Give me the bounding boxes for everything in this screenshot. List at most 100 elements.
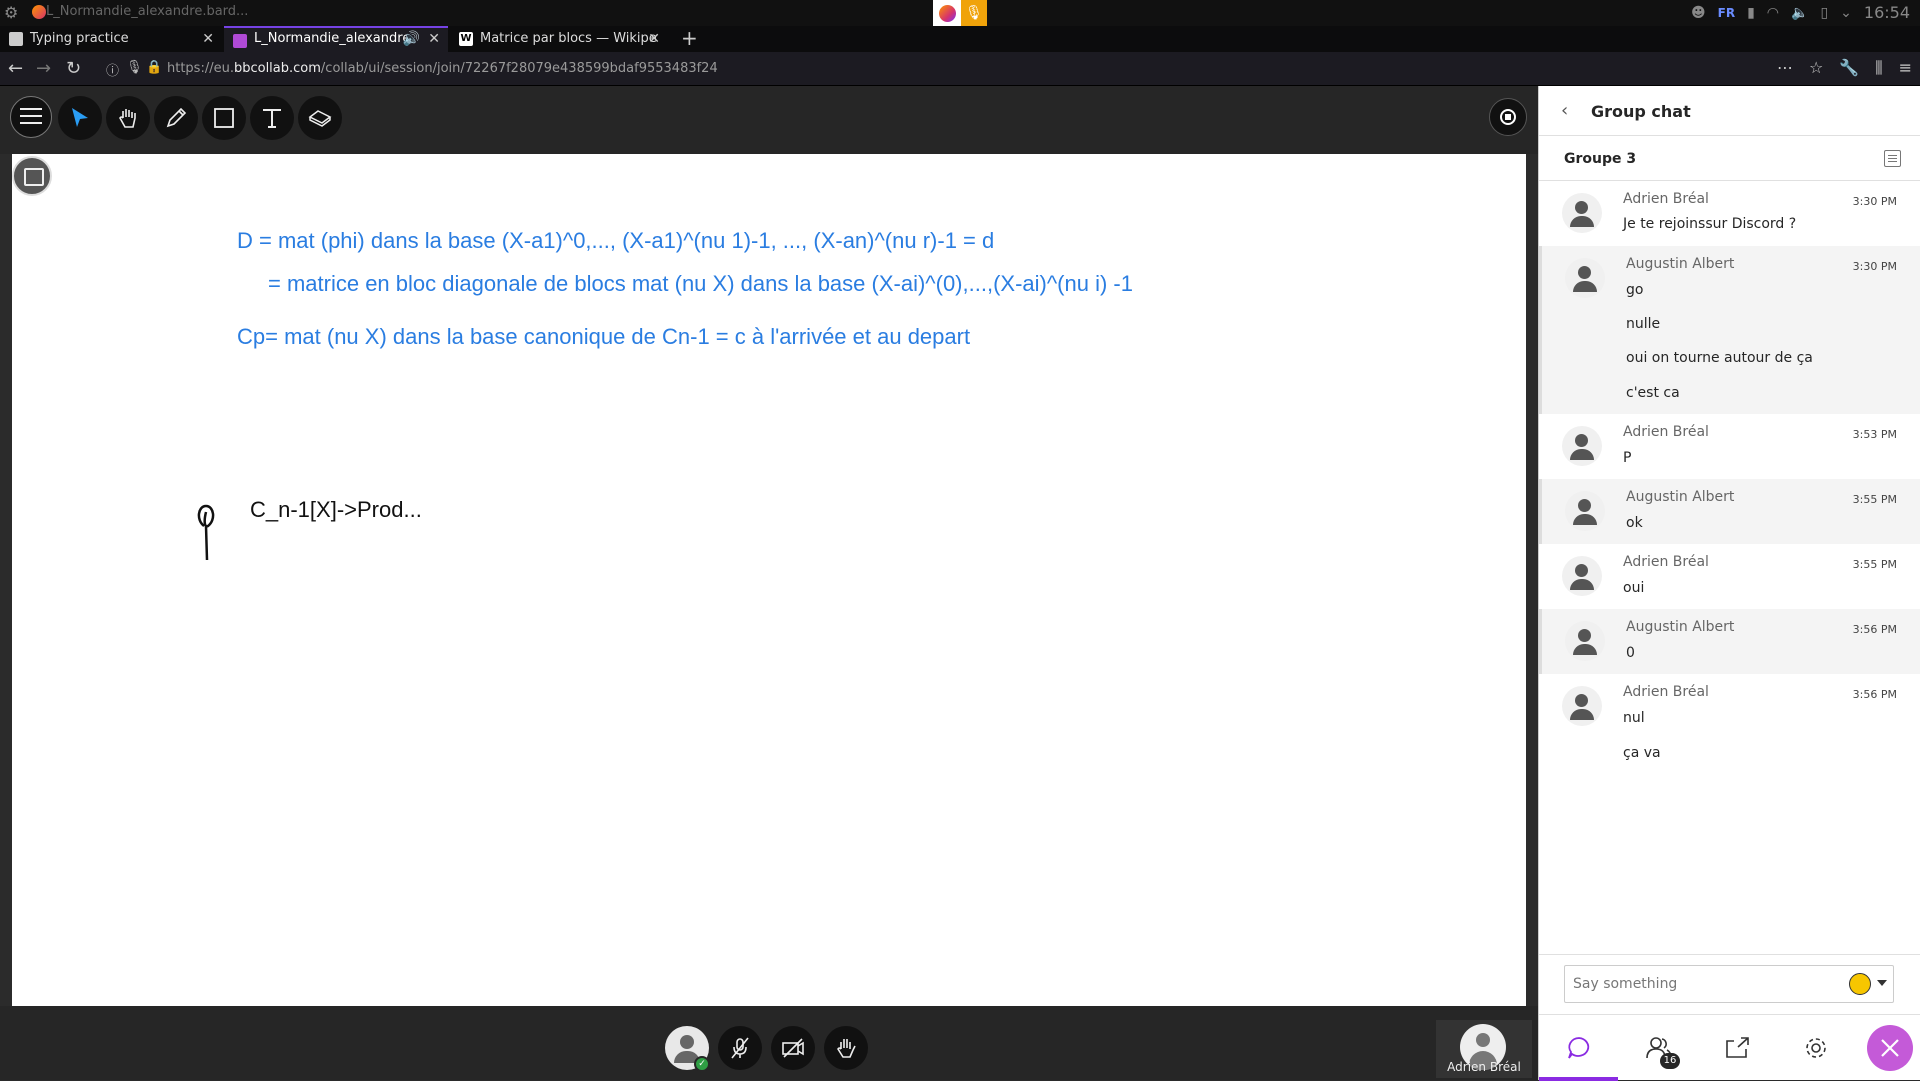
hamburger-menu-icon[interactable]: ≡ [1899,58,1912,78]
message-text: go [1626,282,1644,298]
camera-button[interactable] [771,1026,815,1070]
chat-message-input[interactable]: Say something [1564,965,1894,1003]
clock: 16:54 [1863,3,1910,22]
system-top-bar: ⚙ L_Normandie_alexandre.bard... 🎙 ☻ FR ▮… [0,0,1920,26]
discord-icon[interactable]: ☻ [1691,5,1706,21]
session-menu-button[interactable] [10,96,52,138]
chat-list-icon[interactable] [1884,150,1901,167]
avatar-body [1573,514,1597,525]
firefox-icon [32,5,46,19]
avatar [1565,258,1605,298]
library-icon[interactable]: ⫼ [1875,58,1882,78]
microphone-off-icon [731,1037,749,1059]
url-field[interactable]: https://eu.bbcollab.com/collab/ui/sessio… [167,61,718,76]
pan-tool-button[interactable] [106,96,150,140]
message-time: 3:30 PM [1852,195,1897,208]
emoji-icon[interactable] [1849,973,1871,995]
close-icon[interactable]: ✕ [202,26,214,52]
message-text: oui [1623,580,1645,596]
back-icon[interactable]: ← [8,58,23,79]
close-icon[interactable]: ✕ [648,26,660,52]
avatar [1562,686,1602,726]
chat-composer: Say something [1539,954,1920,1014]
volume-icon[interactable]: 🔈 [1791,5,1808,21]
keyboard-layout[interactable]: FR [1718,6,1735,20]
forward-icon[interactable]: → [36,58,51,79]
message-author: Adrien Bréal [1623,684,1709,700]
firefox-tray-icon[interactable] [933,0,961,26]
avatar-body [1570,216,1594,227]
system-menu-icon[interactable]: ⚙ [4,3,18,22]
chat-message: Adrien Bréal 3:53 PM P [1539,414,1920,479]
text-tool-button[interactable] [250,96,294,140]
whiteboard-canvas[interactable]: D = mat (phi) dans la base (X-a1)^0,...,… [12,154,1526,1006]
tab-collab-session[interactable]: L_Normandie_alexandre 🔊 ✕ [224,26,448,52]
self-video-tile[interactable]: Adrien Bréal [1436,1020,1532,1078]
message-time: 3:56 PM [1852,688,1897,701]
whiteboard-text-line-4[interactable]: C_n-1[X]->Prod... [250,497,422,523]
reload-icon[interactable]: ↻ [66,58,81,79]
lock-icon[interactable]: 🔒 [146,60,162,75]
chat-message: Augustin Albert 3:56 PM 0 [1539,609,1920,674]
message-time: 3:55 PM [1852,493,1897,506]
avatar-body [1570,449,1594,460]
freehand-drawing[interactable] [192,502,228,564]
self-name: Adrien Bréal [1447,1060,1521,1074]
pencil-icon [166,107,187,128]
tab-share-content[interactable] [1697,1015,1776,1081]
chat-bubble-icon [1568,1037,1590,1059]
message-text: Je te rejoinssur Discord ? [1623,216,1797,232]
clipboard-icon[interactable]: ▯ [1820,5,1828,21]
select-tool-button[interactable] [58,96,102,140]
close-panel-button[interactable] [1867,1025,1913,1071]
avatar-head [1575,564,1588,577]
battery-icon[interactable]: ▮ [1747,5,1755,21]
tab-label: L_Normandie_alexandre [254,31,411,46]
whiteboard-text-line-3[interactable]: Cp= mat (nu X) dans la base canonique de… [237,324,970,350]
tab-label: Typing practice [30,31,129,46]
attendee-count-badge: 16 [1660,1053,1680,1069]
message-text: nul [1623,710,1645,726]
menu-icon [20,108,42,124]
close-icon[interactable]: ✕ [428,28,440,50]
message-text: ok [1626,515,1643,531]
shape-tool-button[interactable] [202,96,246,140]
tab-typing-practice[interactable]: Typing practice ✕ [0,26,222,52]
pencil-tool-button[interactable] [154,96,198,140]
page-actions-icon[interactable]: ⋯ [1777,58,1793,78]
microphone-button[interactable] [718,1026,762,1070]
tab-attendees[interactable]: 16 [1618,1015,1697,1081]
wrench-icon[interactable]: 🔧 [1839,58,1859,78]
eraser-tool-button[interactable] [298,96,342,140]
whiteboard-text-line-1[interactable]: D = mat (phi) dans la base (X-a1)^0,...,… [237,228,994,254]
stop-sharing-button[interactable] [1489,98,1527,136]
tab-wikipedia[interactable]: W Matrice par blocs — Wikipe ✕ [450,26,668,52]
message-text: 0 [1626,645,1635,661]
bookmark-star-icon[interactable]: ☆ [1809,58,1823,78]
avatar-head [1575,201,1588,214]
microphone-indicator-icon[interactable]: 🎙 [961,0,987,26]
chat-message: Adrien Bréal 3:55 PM oui [1539,544,1920,609]
tab-settings[interactable] [1776,1015,1855,1081]
raise-hand-button[interactable] [824,1026,868,1070]
my-status-button[interactable]: ✓ [665,1026,710,1072]
caret-down-icon[interactable] [1877,980,1887,986]
avatar [1562,426,1602,466]
microphone-permission-icon[interactable]: 🎙 [126,60,143,75]
avatar-head [1575,694,1588,707]
avatar [1562,556,1602,596]
chevron-left-icon[interactable]: ‹ [1561,100,1568,121]
speaker-icon[interactable]: 🔊 [403,28,420,50]
group-name: Groupe 3 [1564,151,1637,167]
info-icon[interactable]: ⓘ [106,60,119,79]
new-tab-icon[interactable]: + [681,26,698,50]
whiteboard-toolbar [0,86,1538,154]
zoom-view-button[interactable] [12,156,52,196]
wifi-icon[interactable]: ◠ [1767,5,1779,21]
tab-chat[interactable] [1539,1015,1618,1081]
eraser-icon [308,110,332,127]
chevron-down-icon[interactable]: ⌄ [1840,5,1852,21]
browser-tab-bar: Typing practice ✕ L_Normandie_alexandre … [0,26,1920,52]
whiteboard-text-line-2[interactable]: = matrice en bloc diagonale de blocs mat… [268,271,1133,297]
chat-group-header: Groupe 3 [1539,136,1920,181]
